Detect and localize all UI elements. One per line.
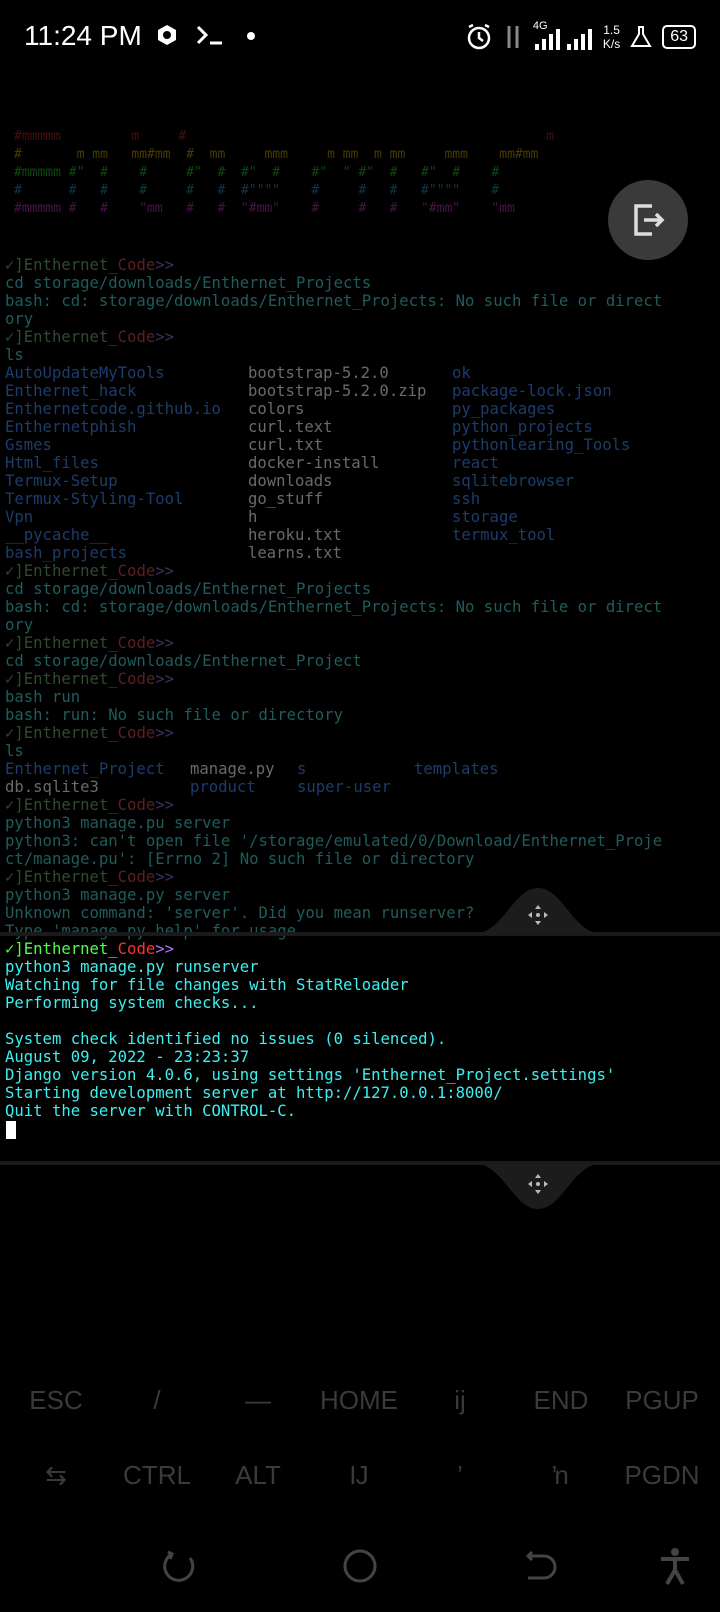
exit-icon [634, 204, 665, 236]
extra-keys-row-1: ESC / — HOME ij END PGUP [0, 1385, 720, 1445]
ls2-item: db.sqlite3 [5, 778, 99, 796]
key-dash[interactable]: — [208, 1385, 308, 1416]
ls-col-2: bootstrap-5.2.0 bootstrap-5.2.0.zip colo… [248, 364, 427, 562]
app-shield-icon [158, 25, 176, 45]
history-output: bash run bash: run: No such file or dire… [5, 688, 343, 724]
navigation-bar [0, 1530, 720, 1600]
accessibility-icon[interactable] [655, 1546, 695, 1586]
back-icon[interactable] [520, 1546, 560, 1586]
prompt-name: Enthernet_ [23, 256, 118, 274]
battery-indicator: 63 [662, 25, 696, 49]
key-n-apostrophe[interactable]: ŉ [511, 1460, 611, 1491]
key-slash[interactable]: / [107, 1385, 207, 1416]
prompt-name-code: Code [117, 256, 156, 274]
terminal-active[interactable]: ✓]Enthernet_Code>> python3 manage.py run… [5, 940, 615, 1120]
pane-divider [0, 1161, 720, 1165]
extra-keys-row-2: ⇆ CTRL ALT Ĳ ’ ŉ PGDN [0, 1460, 720, 1520]
notification-dot-icon [247, 32, 255, 40]
banner-line: #mmmmm m # m [14, 129, 555, 144]
recent-apps-icon[interactable] [160, 1546, 200, 1586]
key-pgdn[interactable]: PGDN [612, 1460, 712, 1491]
ls2-item: manage.py [190, 760, 275, 778]
ls2-listing: Enthernet_Project manage.py s templates db.s… [5, 760, 705, 796]
status-right: 4G 1.5 K/s 63 [465, 20, 696, 54]
banner-line: #mmmmm #" # # #" # #" # #" " #" # #" # # [14, 165, 500, 180]
exit-button[interactable] [608, 180, 688, 260]
speed-unit: K/s [602, 37, 621, 51]
ls-col-1: AutoUpdateMyTools Enthernet_hack Enthern… [5, 364, 221, 562]
resize-handle-bottom[interactable] [473, 1163, 603, 1213]
history-output: cd storage/downloads/Enthernet_Projects … [5, 580, 663, 634]
clock: 11:24 PM [24, 20, 142, 51]
speed-value: 1.5 [603, 23, 620, 37]
network-speed: 1.5 K/s [603, 23, 620, 51]
prompt-symbol: ✓] [5, 256, 24, 274]
key-ctrl[interactable]: CTRL [107, 1460, 207, 1491]
home-icon[interactable] [340, 1546, 380, 1586]
banner-line: #mmmmm # # "mm # # "#mm" # # # "#mm" "mm [14, 201, 515, 216]
ls2-item: templates [414, 760, 499, 778]
data-transfer-icon [507, 26, 519, 48]
key-pgup[interactable]: PGUP [612, 1385, 712, 1416]
key-apostrophe[interactable]: ’ [410, 1460, 510, 1491]
status-bar: 11:24 PM 4G 1.5 K/s 63 [0, 0, 720, 72]
banner-line: # m mm mm#mm # mm mmm m mm m mm mmm mm#m… [14, 147, 539, 162]
ls2-item: super-user [297, 778, 391, 796]
ls2-item: s [297, 760, 307, 778]
ls-command: ls [5, 742, 24, 760]
key-end[interactable]: END [511, 1385, 611, 1416]
ls-col-3: ok package-lock.json py_packages python_… [452, 364, 631, 544]
ls-command: ls [5, 346, 24, 364]
history-output: python3 manage.pu server python3: can't … [5, 814, 663, 868]
flask-icon [630, 26, 652, 47]
terminal-history: ✓]Enthernet_Code>> cd storage/downloads/… [5, 256, 705, 940]
move-icon [528, 1174, 548, 1194]
pane-divider [0, 932, 720, 936]
key-esc[interactable]: ESC [6, 1385, 106, 1416]
alarm-icon [467, 23, 491, 50]
active-output: Watching for file changes with StatReloa… [5, 976, 616, 1120]
key-ij[interactable]: ij [410, 1385, 510, 1416]
signal-icon: 4G [533, 20, 593, 52]
prompt-chevrons: >> [155, 256, 175, 274]
ls2-item: product [190, 778, 256, 796]
history-output: cd storage/downloads/Enthernet_Projects … [5, 274, 663, 328]
key-alt[interactable]: ALT [208, 1460, 308, 1491]
active-command: python3 manage.py runserver [5, 958, 259, 976]
key-home[interactable]: HOME [309, 1385, 409, 1416]
terminal-prompt-icon [196, 25, 222, 45]
terminal-cursor [6, 1121, 16, 1139]
history-output: cd storage/downloads/Enthernet_Project [5, 652, 362, 670]
move-icon [528, 905, 548, 925]
ascii-banner: #mmmmm m # m # m mm mm#mm # mm mmm m mm … [14, 110, 554, 218]
resize-handle-top[interactable] [473, 884, 603, 934]
ls2-item: Enthernet_Project [5, 760, 165, 778]
banner-line: # # # # # # #"""" # # # #"""" # [14, 183, 500, 198]
key-tab[interactable]: ⇆ [6, 1460, 106, 1491]
key-IJ[interactable]: Ĳ [309, 1460, 409, 1491]
ls-listing: AutoUpdateMyTools Enthernet_hack Enthern… [5, 364, 705, 562]
